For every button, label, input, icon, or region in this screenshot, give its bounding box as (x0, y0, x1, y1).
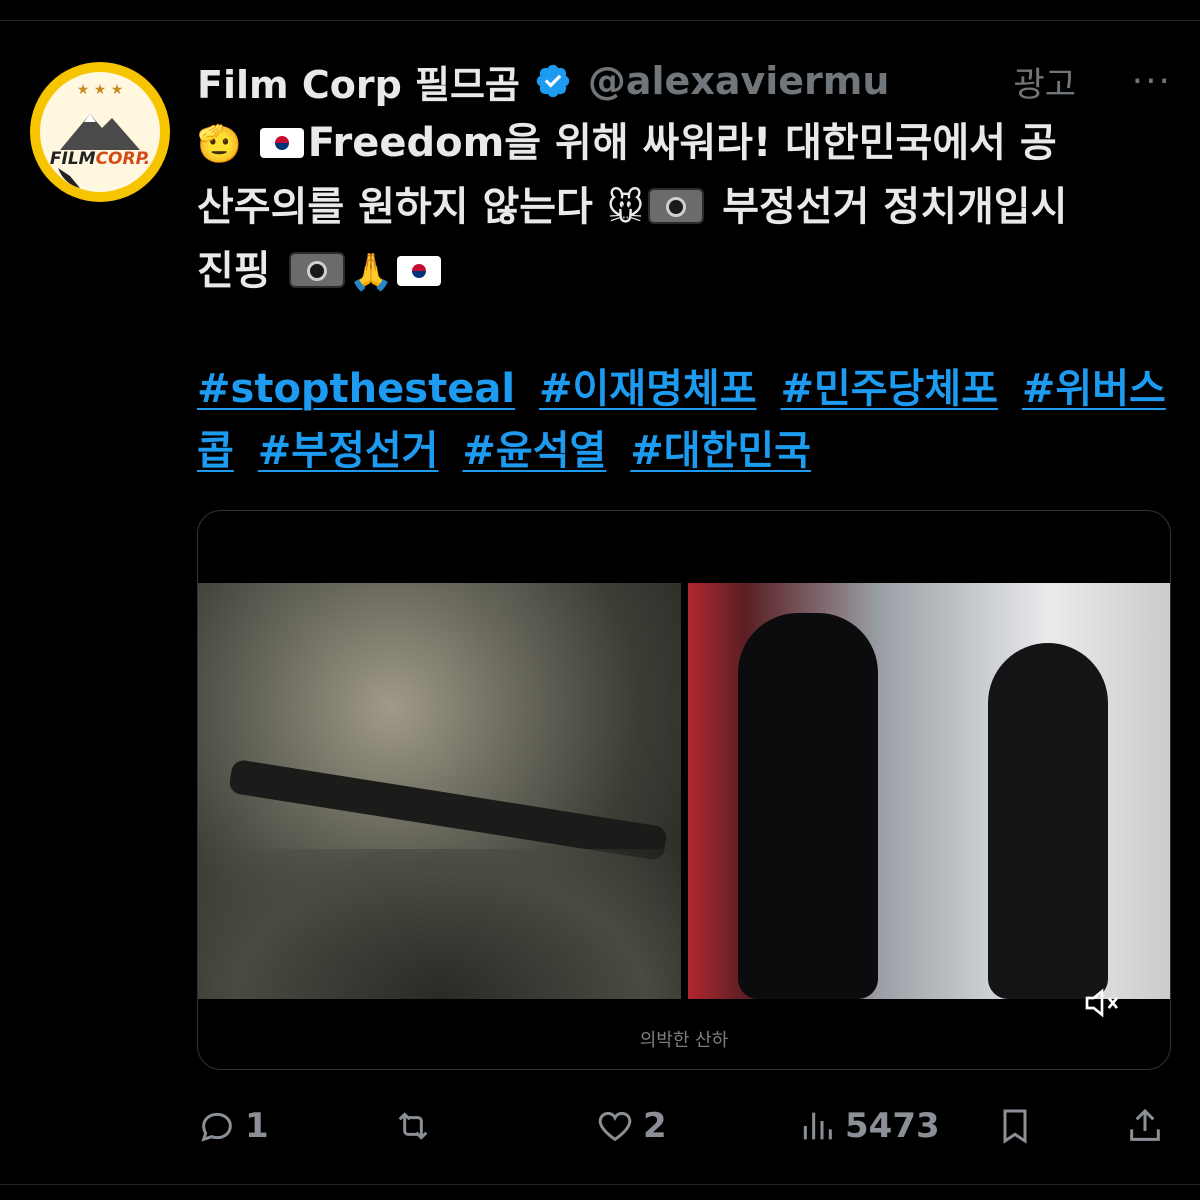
speaker-muted-icon[interactable] (1082, 983, 1122, 1023)
bottom-divider (0, 1184, 1200, 1185)
korea-flag-icon (397, 256, 442, 286)
retweet-button[interactable] (393, 1100, 441, 1152)
camera-icon (648, 188, 705, 224)
hashtag-link[interactable]: #부정선거 (258, 428, 439, 474)
rubble-area (198, 849, 681, 999)
more-options-button[interactable]: ··· (1132, 61, 1172, 102)
views-button[interactable]: 5473 (797, 1100, 940, 1152)
retweet-icon (398, 1112, 428, 1140)
hashtag-link[interactable]: #윤석열 (462, 428, 606, 474)
share-button[interactable] (1125, 1100, 1165, 1152)
tweet-text-line2a: 산주의를 원하지 않는다 (197, 184, 593, 230)
person-silhouette (988, 643, 1108, 999)
tweet-text-line3: 진핑 (197, 248, 271, 294)
display-name[interactable]: Film Corp 필므곰 (197, 54, 520, 109)
reply-button[interactable]: 1 (197, 1100, 269, 1152)
share-icon (1130, 1108, 1160, 1141)
reply-count: 1 (245, 1106, 269, 1146)
user-handle[interactable]: @alexaviermu (588, 59, 890, 103)
svg-text:★ ★ ★: ★ ★ ★ (77, 82, 124, 98)
views-count: 5473 (845, 1106, 940, 1146)
camera-icon (288, 252, 345, 288)
hashtag-link[interactable]: #민주당체포 (780, 366, 998, 412)
video-caption: 의박한 산하 (639, 1030, 729, 1051)
top-divider (0, 20, 1200, 21)
mouse-face-icon: 🐭 (606, 188, 645, 229)
rifle-barrel (228, 758, 668, 862)
svg-text:FILMCORP.: FILMCORP. (50, 149, 150, 169)
tweet-text-line1: Freedom을 위해 싸워라! 대한민국에서 공 (307, 120, 1057, 166)
video-frame-left (198, 583, 681, 999)
tweet-text: 🫡 Freedom을 위해 싸워라! 대한민국에서 공 산주의를 원하지 않는다… (197, 112, 1172, 304)
video-frame-right (688, 583, 1170, 999)
bookmark-button[interactable] (995, 1100, 1035, 1152)
like-button[interactable]: 2 (595, 1100, 667, 1152)
saluting-face-icon: 🫡 (197, 124, 242, 165)
tweet-header: Film Corp 필므곰 @alexaviermu 광고 ··· (197, 54, 1172, 109)
person-silhouette (738, 613, 878, 999)
ad-label: 광고 (1013, 64, 1076, 105)
heart-icon (598, 1111, 632, 1142)
like-count: 2 (643, 1106, 667, 1146)
action-bar: 1 2 5473 (197, 1100, 1165, 1152)
hashtag-link[interactable]: #stopthesteal (197, 366, 515, 412)
bookmark-icon (1003, 1109, 1027, 1144)
tweet-text-line2b: 부정선거 정치개입시 (722, 184, 1068, 230)
hashtag-link[interactable]: #이재명체포 (539, 366, 757, 412)
verified-badge-icon (534, 62, 572, 100)
reply-icon (201, 1112, 232, 1142)
hashtag-link[interactable]: #대한민국 (630, 428, 811, 474)
views-chart-icon (803, 1112, 832, 1140)
korea-flag-icon (259, 128, 304, 158)
folded-hands-icon: 🙏 (348, 252, 394, 293)
video-player[interactable]: 의박한 산하 (197, 510, 1171, 1070)
hashtag-list: #stopthesteal #이재명체포 #민주당체포 #위버스콥 #부정선거 … (197, 358, 1172, 482)
filmcorp-logo: ★ ★ ★ FILMCORP. (40, 72, 160, 192)
avatar[interactable]: ★ ★ ★ FILMCORP. (30, 62, 170, 202)
